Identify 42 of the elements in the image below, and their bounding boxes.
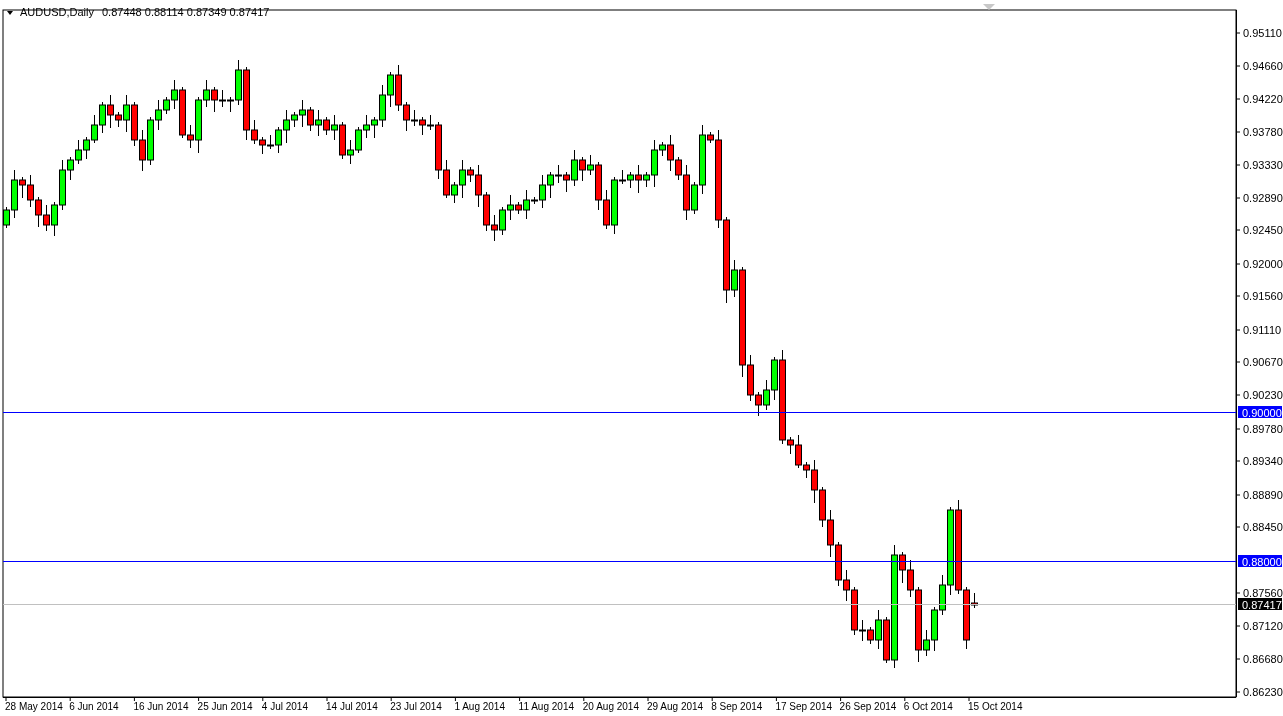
date-label: 28 May 2014	[5, 701, 63, 712]
date-label: 20 Aug 2014	[582, 701, 639, 712]
date-label: 26 Sep 2014	[839, 701, 897, 712]
price-label: 0.91560	[1243, 290, 1283, 302]
caret-icon[interactable]	[7, 11, 13, 15]
price-label: 0.94220	[1243, 93, 1283, 105]
date-label: 8 Sep 2014	[711, 701, 763, 712]
date-label: 4 Jul 2014	[261, 701, 308, 712]
price-label: 0.88890	[1243, 489, 1283, 501]
date-label: 6 Oct 2014	[903, 701, 953, 712]
price-label: 0.91110	[1243, 324, 1282, 336]
price-label: 0.87120	[1243, 620, 1283, 632]
price-tag: 0.88000	[1238, 555, 1282, 568]
price-tag: 0.90000	[1238, 406, 1282, 419]
price-label: 0.92890	[1243, 192, 1283, 204]
date-label: 17 Sep 2014	[775, 701, 833, 712]
price-label: 0.86680	[1243, 653, 1283, 665]
date-label: 29 Aug 2014	[647, 701, 704, 712]
price-label: 0.92000	[1243, 258, 1283, 270]
price-label: 0.94660	[1243, 60, 1283, 72]
date-label: 1 Aug 2014	[454, 701, 505, 712]
chart-symbol: AUDUSD,Daily	[20, 6, 94, 18]
price-label: 0.88450	[1243, 521, 1283, 533]
price-label: 0.89340	[1243, 455, 1283, 467]
date-label: 25 Jun 2014	[197, 701, 253, 712]
ohlc-quotes: 0.87448 0.88114 0.87349 0.87417	[101, 6, 270, 18]
date-label: 14 Jul 2014	[326, 701, 378, 712]
price-label: 0.95110	[1243, 27, 1282, 39]
price-label: 0.92450	[1243, 224, 1283, 236]
price-tag: 0.87417	[1238, 598, 1282, 611]
price-label: 0.90670	[1243, 356, 1283, 368]
price-label: 0.93780	[1243, 126, 1283, 138]
price-label: 0.93330	[1243, 159, 1283, 171]
price-label: 0.90230	[1243, 389, 1283, 401]
price-label: 0.86230	[1243, 686, 1283, 698]
price-label: 0.87560	[1243, 587, 1283, 599]
date-label: 16 Jun 2014	[133, 701, 189, 712]
date-label: 11 Aug 2014	[518, 701, 575, 712]
date-label: 15 Oct 2014	[968, 701, 1023, 712]
price-label: 0.89780	[1243, 423, 1283, 435]
date-label: 6 Jun 2014	[69, 701, 119, 712]
date-label: 23 Jul 2014	[390, 701, 442, 712]
